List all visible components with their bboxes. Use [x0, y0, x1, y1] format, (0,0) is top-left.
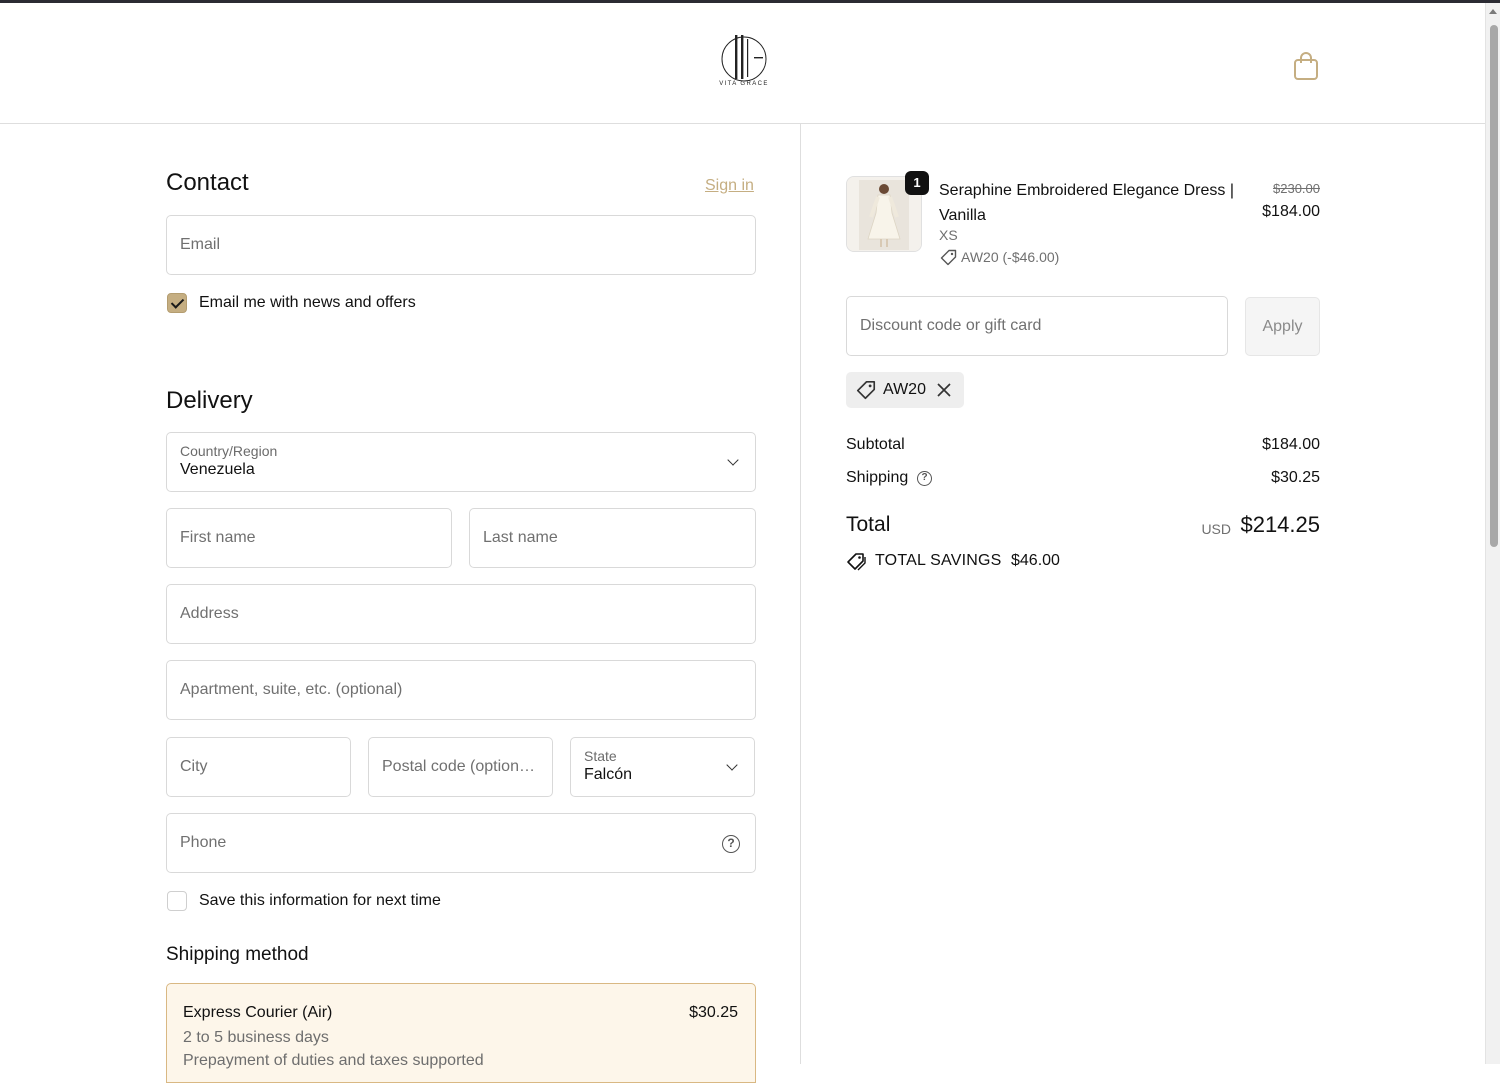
applied-discount-code: AW20 — [883, 381, 926, 398]
city-placeholder: City — [180, 758, 208, 775]
save-info-label: Save this information for next time — [199, 892, 441, 909]
shipping-help-icon[interactable]: ? — [917, 471, 932, 486]
shipping-option-name: Express Courier (Air) — [183, 1004, 333, 1021]
state-label: State — [584, 748, 617, 764]
subtotal-value: $184.00 — [1262, 436, 1320, 453]
chevron-down-icon — [726, 759, 738, 771]
applied-discount-chip: AW20 — [846, 372, 964, 408]
newsletter-label: Email me with news and offers — [199, 294, 416, 311]
product-variant: XS — [939, 227, 958, 243]
discount-code-input[interactable]: Discount code or gift card — [846, 296, 1228, 356]
shipping-label: Shipping — [846, 469, 909, 486]
country-label: Country/Region — [180, 443, 278, 459]
delivery-heading: Delivery — [166, 387, 253, 414]
apply-discount-button[interactable]: Apply — [1245, 297, 1320, 356]
address-field[interactable]: Address — [166, 584, 756, 644]
product-discount: AW20 (-$46.00) — [961, 249, 1060, 265]
shipping-option[interactable]: Express Courier (Air) $30.25 2 to 5 busi… — [166, 983, 756, 1083]
country-select[interactable]: Country/Region Venezuela — [166, 432, 756, 492]
shopping-bag-icon[interactable] — [1292, 51, 1320, 81]
apartment-placeholder: Apartment, suite, etc. (optional) — [180, 681, 403, 698]
address-placeholder: Address — [180, 605, 239, 622]
apartment-field[interactable]: Apartment, suite, etc. (optional) — [166, 660, 756, 720]
total-currency: USD — [1201, 521, 1231, 537]
phone-field[interactable]: Phone ? — [166, 813, 756, 873]
savings-tag-icon — [847, 553, 866, 571]
product-price: $184.00 — [1262, 203, 1320, 220]
scroll-up-arrow-icon[interactable] — [1489, 9, 1497, 14]
sign-in-link[interactable]: Sign in — [705, 177, 754, 195]
postal-code-field[interactable]: Postal code (option… — [368, 737, 553, 797]
country-value: Venezuela — [180, 461, 255, 478]
newsletter-checkbox[interactable] — [167, 293, 187, 313]
total-savings-label: TOTAL SAVINGS — [875, 552, 1002, 569]
total-label: Total — [846, 513, 891, 536]
contact-heading: Contact — [166, 169, 249, 196]
save-info-checkbox[interactable] — [167, 891, 187, 911]
shipping-option-days: 2 to 5 business days — [183, 1029, 329, 1046]
email-placeholder: Email — [180, 236, 221, 253]
shipping-value: $30.25 — [1271, 469, 1320, 486]
chevron-down-icon — [727, 454, 739, 466]
shipping-method-heading: Shipping method — [166, 944, 309, 965]
phone-placeholder: Phone — [180, 834, 227, 851]
product-name: Seraphine Embroidered Elegance Dress | V… — [939, 182, 1234, 224]
city-field[interactable]: City — [166, 737, 351, 797]
email-field[interactable]: Email — [166, 215, 756, 275]
remove-discount-close-icon[interactable] — [936, 382, 952, 398]
first-name-field[interactable]: First name — [166, 508, 452, 568]
tag-icon — [856, 380, 876, 400]
scrollbar-thumb[interactable] — [1490, 25, 1498, 547]
tag-icon — [940, 249, 957, 266]
column-divider — [800, 124, 801, 1064]
total-value: $214.25 — [1240, 512, 1320, 537]
first-name-placeholder: First name — [180, 529, 256, 546]
last-name-field[interactable]: Last name — [469, 508, 756, 568]
subtotal-label: Subtotal — [846, 436, 905, 453]
state-value: Falcón — [584, 766, 633, 783]
shipping-option-price: $30.25 — [689, 1004, 738, 1021]
checkout-header: VITA GRACE — [0, 3, 1485, 124]
last-name-placeholder: Last name — [483, 529, 558, 546]
quantity-badge: 1 — [905, 171, 929, 195]
discount-code-placeholder: Discount code or gift card — [860, 317, 1042, 334]
page-scrollbar[interactable] — [1485, 3, 1500, 1064]
total-savings-value: $46.00 — [1011, 552, 1060, 569]
state-select[interactable]: State Falcón — [570, 737, 755, 797]
shipping-option-note: Prepayment of duties and taxes supported — [183, 1052, 484, 1069]
brand-wordmark: VITA GRACE — [719, 81, 769, 87]
help-circle-icon[interactable]: ? — [722, 835, 740, 853]
postal-code-placeholder: Postal code (option… — [382, 758, 535, 775]
product-original-price: $230.00 — [1273, 181, 1320, 196]
